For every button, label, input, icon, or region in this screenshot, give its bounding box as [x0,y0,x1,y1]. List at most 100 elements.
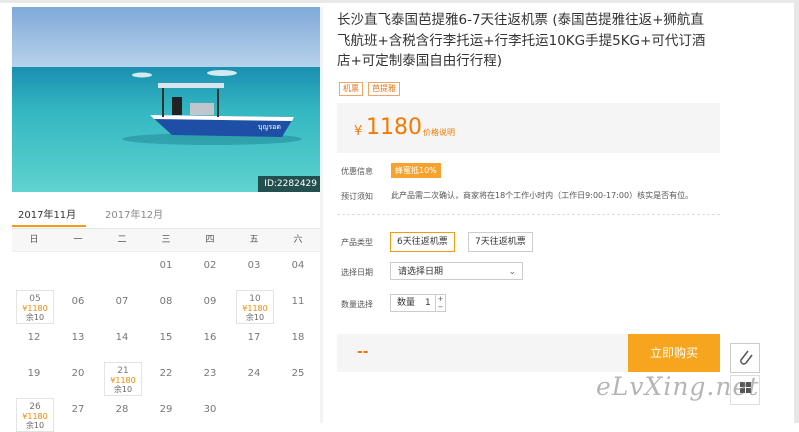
day-number: 13 [71,332,85,343]
day-number: 18 [291,332,305,343]
tag-flight[interactable]: 机票 [339,82,363,96]
day-number: 22 [159,368,173,379]
calendar-day[interactable]: 07 [100,288,144,324]
buy-now-button[interactable]: 立即购买 [628,334,720,372]
weekday-header: 日 一 二 三 四 五 六 [12,229,323,252]
calendar-day[interactable]: 04 [276,252,320,288]
calendar-day[interactable]: 18 [276,324,320,360]
quantity-value[interactable]: 1 [425,295,431,311]
calendar-day[interactable]: 16 [188,324,232,360]
calendar-day[interactable]: 06 [56,288,100,324]
increment-icon[interactable]: + [436,295,445,303]
quantity-prefix: 数量 [397,298,416,308]
day-number: 02 [203,260,217,271]
calendar-day[interactable]: 10 ¥1180 余10 [232,288,276,324]
decrement-icon[interactable]: − [436,303,445,311]
chevron-down-icon: ⌄ [508,267,516,277]
calendar-day[interactable]: 05 ¥1180 余10 [12,288,56,324]
notice-label: 预订须知 [341,192,373,201]
product-tags: 机票 芭提雅 [339,82,400,96]
calendar-day[interactable]: 30 [188,396,232,432]
calendar-day[interactable]: 27 [56,396,100,432]
active-tab-indicator [12,225,86,227]
seats-left: 余10 [113,385,133,394]
tab-month-november[interactable]: 2017年11月 [18,206,76,221]
day-number: 01 [159,260,173,271]
weekday-thu: 四 [205,235,215,245]
window-scrollbar[interactable] [794,0,799,423]
calendar-day[interactable]: 21 ¥1180 余10 [100,360,144,396]
calendar-day[interactable]: 26 ¥1180 余10 [12,396,56,432]
calendar-month-tabs: 2017年11月 2017年12月 [12,196,323,229]
day-number: 06 [71,296,85,307]
day-number: 14 [115,332,129,343]
calendar-day[interactable]: 17 [232,324,276,360]
day-price: ¥1180 [242,304,268,313]
calendar-empty-cell [56,252,100,288]
weekday-sat: 六 [293,235,303,245]
calendar-day[interactable]: 08 [144,288,188,324]
price-calendar: 2017年11月 2017年12月 日 一 二 三 四 五 六 01 02 03 04… [12,196,323,432]
price-explain-link[interactable]: 价格说明 [423,127,455,138]
day-number: 07 [115,296,129,307]
day-number: 27 [71,404,85,415]
calendar-day[interactable]: 19 [12,360,56,396]
calendar-week-row: 01 02 03 04 [12,252,323,288]
day-price: ¥1180 [22,304,48,313]
day-number: 21 [117,366,129,376]
option-6-day-ticket[interactable]: 6天往返机票 [390,232,455,252]
available-date-box[interactable]: 21 ¥1180 余10 [104,362,142,396]
quantity-stepper[interactable]: 数量 1 + − [390,294,446,312]
calendar-day[interactable]: 09 [188,288,232,324]
tag-pattaya[interactable]: 芭提雅 [368,82,400,96]
day-number: 28 [115,404,129,415]
day-number: 16 [203,332,217,343]
calendar-day[interactable]: 28 [100,396,144,432]
weekday-sun: 日 [29,235,39,245]
day-number: 17 [247,332,261,343]
calendar-day[interactable]: 03 [232,252,276,288]
day-number: 10 [249,294,261,304]
day-number: 15 [159,332,173,343]
tab-month-december[interactable]: 2017年12月 [105,206,163,221]
date-select-value: 请选择日期 [398,267,444,277]
calendar-week-row: 12 13 14 15 16 17 18 [12,324,323,360]
purchase-bar: -- 立即购买 [337,334,720,372]
calendar-day[interactable]: 24 [232,360,276,396]
calendar-day[interactable]: 22 [144,360,188,396]
date-select[interactable]: 请选择日期 ⌄ [390,262,523,280]
promo-label: 优惠信息 [341,167,373,176]
calendar-day[interactable]: 11 [276,288,320,324]
day-price: ¥1180 [110,376,136,385]
date-label: 选择日期 [341,268,373,277]
calendar-day[interactable]: 23 [188,360,232,396]
calendar-day[interactable]: 13 [56,324,100,360]
calendar-day[interactable]: 12 [12,324,56,360]
calendar-day[interactable]: 02 [188,252,232,288]
price-value: 1180 [366,115,422,140]
calendar-day[interactable]: 15 [144,324,188,360]
available-date-box[interactable]: 26 ¥1180 余10 [16,398,54,432]
paperclip-icon [740,350,753,365]
available-date-box[interactable]: 10 ¥1180 余10 [236,290,274,324]
day-number: 29 [159,404,173,415]
section-divider [337,214,720,215]
day-number: 24 [247,368,261,379]
booking-notice: 此产品需二次确认，商家将在18个工作小时内（工作日9:00-17:00）核实是否… [391,191,694,200]
calendar-day[interactable]: 25 [276,360,320,396]
watermark-logo: eLvXing.net [596,372,760,401]
option-7-day-ticket[interactable]: 7天往返机票 [468,232,533,252]
available-date-box[interactable]: 05 ¥1180 余10 [16,290,54,324]
day-number: 11 [291,296,305,307]
photo-id-label: ID:2282429 [258,176,323,192]
calendar-day[interactable]: 29 [144,396,188,432]
calendar-day[interactable]: 01 [144,252,188,288]
side-tool-button[interactable] [730,343,760,373]
calendar-day[interactable]: 20 [56,360,100,396]
calendar-day[interactable]: 14 [100,324,144,360]
calendar-week-row: 05 ¥1180 余10 06 07 08 09 10 ¥1180 余10 11 [12,288,323,324]
weekday-wed: 三 [161,235,171,245]
weekday-mon: 一 [73,235,83,245]
day-number: 23 [203,368,217,379]
product-title: 长沙直飞泰国芭提雅6-7天往返机票 (泰国芭提雅往返+狮航直飞航班+含税含行李托… [337,12,706,69]
